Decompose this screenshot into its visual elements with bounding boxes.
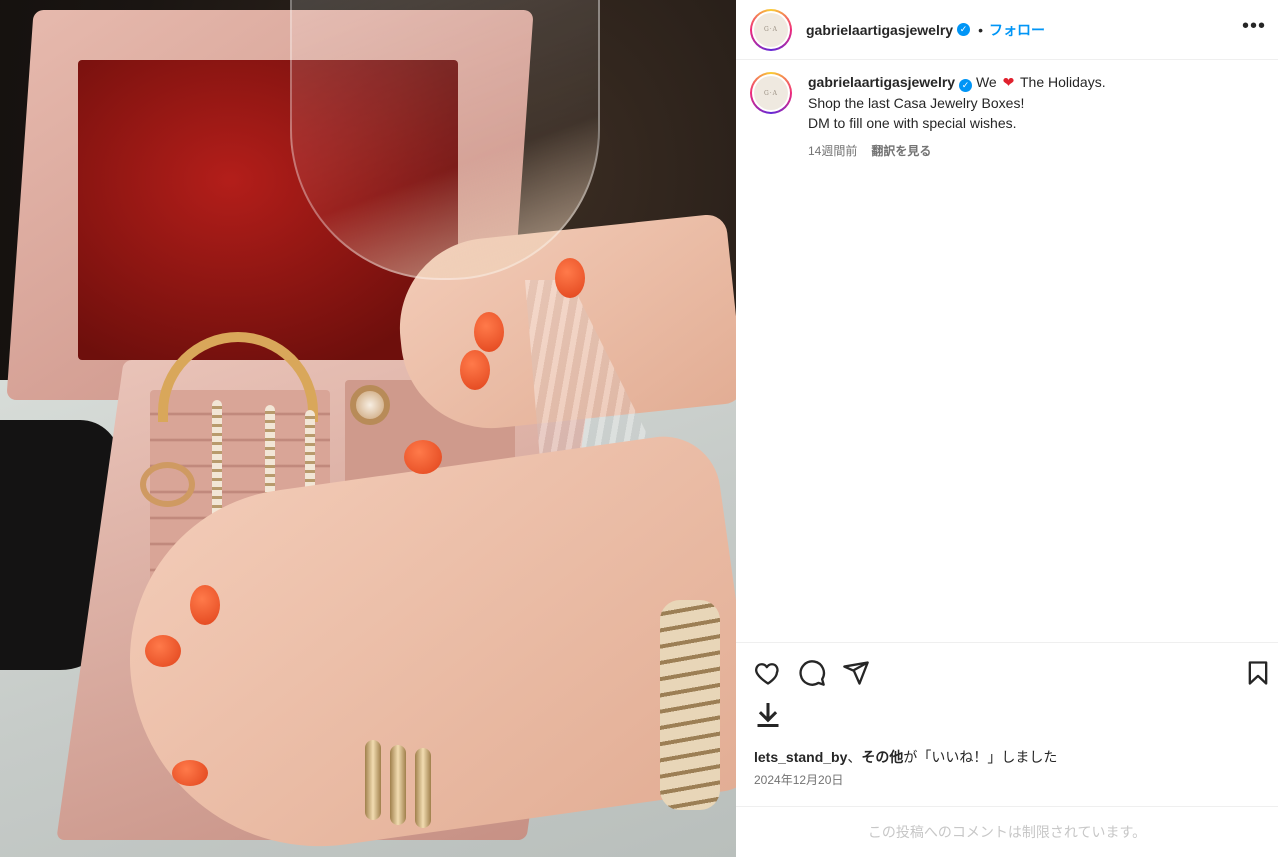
more-options-icon[interactable]: •••	[1242, 16, 1266, 36]
verified-badge-icon: ✓	[957, 23, 971, 36]
save-button[interactable]	[1244, 659, 1272, 687]
post-details-panel: G·A gabrielaartigasjewelry ✓ • フォロー ••• …	[736, 0, 1278, 857]
avatar-logo: G·A	[754, 76, 788, 110]
bookmark-icon	[1248, 661, 1268, 685]
post-time-ago[interactable]: 14週間前	[808, 144, 857, 158]
wine-glass	[290, 0, 600, 280]
likes-others-link[interactable]: その他	[861, 749, 903, 765]
comment-button[interactable]	[798, 659, 826, 687]
like-button[interactable]	[754, 659, 782, 687]
likes-summary: lets_stand_by、その他が「いいね！」しました	[754, 747, 1057, 767]
follow-button[interactable]: フォロー	[989, 20, 1045, 40]
nail	[460, 350, 490, 390]
post-image[interactable]	[0, 0, 736, 857]
avatar-frame: G·A	[752, 74, 790, 112]
post-header: G·A gabrielaartigasjewelry ✓ • フォロー •••	[736, 0, 1278, 60]
stacked-ring	[415, 748, 431, 828]
liker-username-link[interactable]: lets_stand_by	[754, 749, 847, 765]
nail	[404, 440, 442, 474]
stacked-ring	[365, 740, 381, 820]
username-link[interactable]: gabrielaartigasjewelry	[806, 22, 953, 38]
share-icon	[843, 661, 869, 685]
verified-badge-icon: ✓	[959, 78, 973, 92]
comments-disabled-notice: この投稿へのコメントは制限されています。	[736, 806, 1278, 857]
caption-avatar[interactable]: G·A	[750, 72, 792, 114]
jewelry-box-photo	[0, 0, 736, 857]
caption-meta: 14週間前 翻訳を見る	[808, 141, 1106, 162]
action-bar: lets_stand_by、その他が「いいね！」しました 2024年12月20日	[736, 642, 1278, 807]
caption-line-3: DM to fill one with special wishes.	[808, 115, 1017, 131]
ring	[350, 385, 390, 425]
nail	[190, 585, 220, 625]
download-button[interactable]	[754, 701, 782, 729]
download-icon	[757, 702, 779, 728]
nail	[555, 258, 585, 298]
likes-separator: 、	[847, 749, 862, 765]
avatar-frame: G·A	[752, 10, 790, 49]
nail	[172, 760, 208, 786]
stacked-ring	[390, 745, 406, 825]
caption-line-1: gabrielaartigasjewelry ✓ We ❤ The Holiday…	[808, 72, 1106, 93]
comment-icon	[799, 660, 826, 686]
share-button[interactable]	[842, 659, 870, 687]
avatar-logo: G·A	[754, 12, 788, 47]
post-date[interactable]: 2024年12月20日	[754, 771, 843, 788]
caption-username-link[interactable]: gabrielaartigasjewelry	[808, 74, 955, 90]
separator-dot: •	[978, 21, 983, 38]
caption-body: gabrielaartigasjewelry ✓ We ❤ The Holiday…	[808, 72, 1106, 161]
avatar[interactable]: G·A	[750, 8, 792, 51]
caption-text: The Holidays.	[1019, 74, 1106, 90]
chain-bracelet	[660, 600, 720, 810]
heart-icon	[755, 663, 779, 685]
nail	[474, 312, 504, 352]
caption-line-2: Shop the last Casa Jewelry Boxes!	[808, 94, 1025, 111]
ring	[140, 462, 195, 507]
caption-text: We	[975, 74, 997, 90]
likes-suffix: が「いいね！」しました	[903, 749, 1058, 765]
caption: G·A gabrielaartigasjewelry ✓ We ❤ The Hol…	[750, 72, 1264, 161]
nail	[145, 635, 181, 667]
heart-emoji-icon: ❤	[1002, 74, 1015, 90]
translate-link[interactable]: 翻訳を見る	[871, 144, 931, 158]
